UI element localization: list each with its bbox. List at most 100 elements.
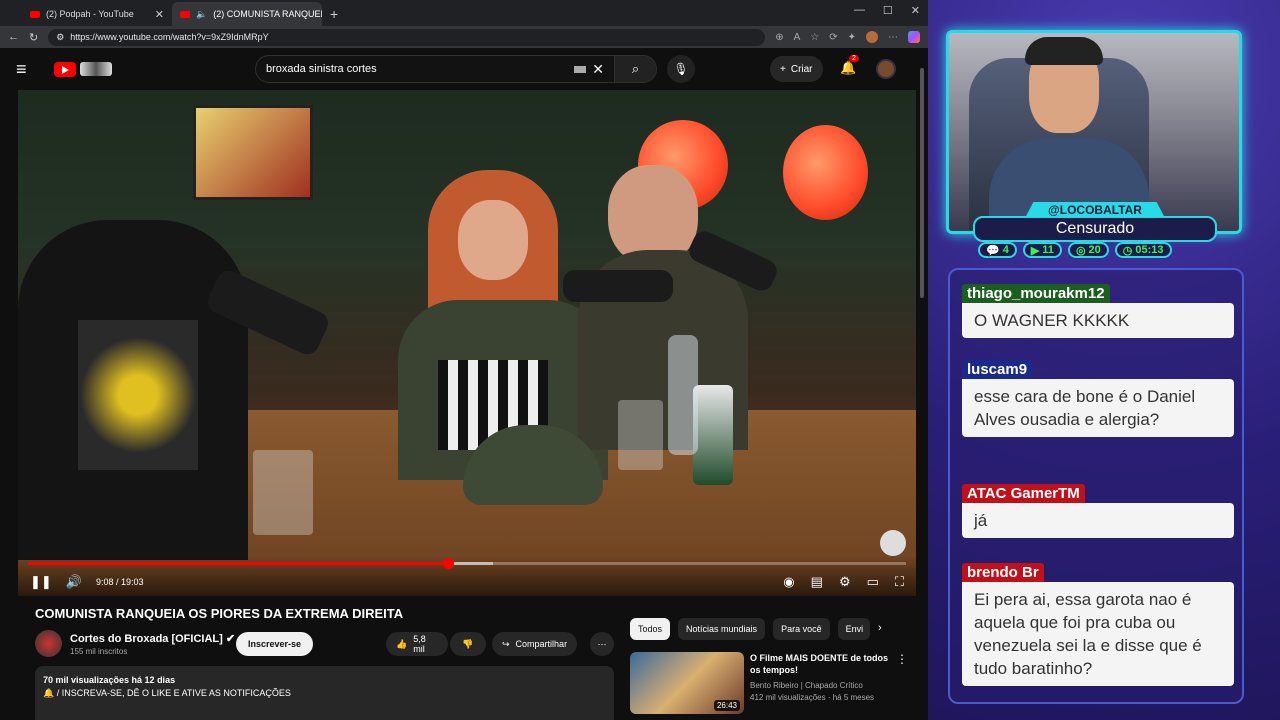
like-button[interactable]: 👍 5,8 mil (386, 632, 448, 656)
close-window-icon[interactable]: ✕ (911, 4, 920, 17)
progress-bar[interactable] (28, 558, 906, 569)
person-middle-face (458, 200, 528, 280)
reload-icon[interactable]: ↻ (29, 31, 38, 44)
chat-message: thiago_mourakm12 O WAGNER KKKKK (962, 284, 1234, 338)
controls-row: ❚❚ 🔊 9:08 / 19:03 ◉ ▤ ⚙ ▭ ⛶ (30, 574, 904, 590)
favorite-star-icon[interactable]: ☆ (810, 32, 819, 43)
youtube-count: ▶ 11 (1022, 242, 1062, 258)
extension-icon[interactable]: ✦ (848, 32, 856, 43)
tab-strip: (2) Podpah - YouTube ✕ 🔈 (2) COMUNISTA R… (0, 0, 928, 26)
chip-para-voce[interactable]: Para você (773, 618, 830, 640)
url-field[interactable]: ⚙ https://www.youtube.com/watch?v=9xZ9Id… (48, 28, 766, 46)
back-icon[interactable]: ← (8, 31, 19, 43)
page-scrollbar[interactable] (918, 50, 926, 710)
chip-noticias[interactable]: Notícias mundiais (678, 618, 766, 640)
viewer-count: ◎ 20 (1067, 242, 1109, 258)
recommendation-thumbnail[interactable]: 26:43 (630, 652, 744, 714)
channel-avatar[interactable] (35, 630, 62, 657)
search-query: broxada sinistra cortes (266, 63, 377, 75)
controls-right: ◉ ▤ ⚙ ▭ ⛶ (783, 574, 904, 590)
chat-text: já (962, 503, 1234, 538)
site-info-icon[interactable]: ⚙ (56, 32, 64, 43)
chip-todos[interactable]: Todos (630, 618, 671, 640)
zoom-icon[interactable]: ⊕ (775, 32, 783, 43)
recommendation-channel[interactable]: Bento Ribeiro | Chapado Crítico (750, 680, 890, 692)
more-actions-button[interactable]: ⋯ (590, 632, 614, 656)
streamer-handle: @LOCOBALTAR (1025, 202, 1165, 218)
thumbs-down-icon: 👎 (462, 638, 474, 649)
notifications-bell-icon[interactable]: 🔔 2 (840, 55, 859, 76)
subtitles-icon[interactable]: ▤ (811, 574, 823, 590)
search-input[interactable]: broxada sinistra cortes ✕ ⌕ (255, 55, 657, 83)
time-display: 9:08 / 19:03 (95, 577, 144, 587)
person-left-shirt (78, 320, 198, 470)
browser-window: (2) Podpah - YouTube ✕ 🔈 (2) COMUNISTA R… (0, 0, 928, 720)
voice-search-icon[interactable]: 🎙 (667, 55, 695, 83)
chevron-right-icon[interactable]: › (878, 622, 882, 634)
extensions: ⊕ A ☆ ⟳ ✦ ⋯ (775, 31, 920, 43)
copilot-icon[interactable] (908, 31, 920, 43)
hamburger-menu-icon[interactable]: ≡ (16, 59, 36, 80)
tab-podpah[interactable]: (2) Podpah - YouTube ✕ (22, 2, 172, 26)
maximize-icon[interactable]: ☐ (883, 4, 893, 17)
new-tab-button[interactable]: + (322, 6, 346, 26)
speaker-icon[interactable]: 🔈 (196, 9, 207, 20)
channel-info[interactable]: Cortes do Broxada [OFICIAL] ✔ 155 mil in… (35, 630, 235, 657)
description-text: 🔔 / INSCREVA-SE, DÊ O LIKE E ATIVE AS NO… (43, 688, 291, 698)
refresh-extension-icon[interactable]: ⟳ (829, 32, 837, 43)
chat-username: ATAC GamerTM (962, 484, 1085, 503)
logo-doodle (80, 62, 112, 76)
scrollbar-thumb[interactable] (920, 68, 924, 298)
chat-icon: 💬 (986, 244, 1000, 257)
chip-envi[interactable]: Envi (837, 618, 870, 640)
share-button[interactable]: ↪ Compartilhar (492, 632, 578, 656)
theater-mode-icon[interactable]: ▭ (867, 574, 879, 590)
pause-icon[interactable]: ❚❚ (30, 574, 52, 590)
tab-label: (2) COMUNISTA RANQUEIA (213, 9, 322, 19)
volume-icon[interactable]: 🔊 (66, 574, 82, 590)
more-icon[interactable]: ⋯ (888, 32, 898, 43)
view-count-date: 70 mil visualizações há 12 dias (43, 675, 176, 685)
filter-chips: Todos Notícias mundiais Para você Envi (630, 618, 870, 640)
chat-count: 💬 4 (978, 242, 1017, 258)
recommended-video[interactable]: 26:43 O Filme MAIS DOENTE de todos os te… (630, 652, 908, 714)
search-icon[interactable]: ⌕ (614, 56, 656, 82)
eye-icon: ◎ (1075, 244, 1086, 257)
close-tab-icon[interactable]: ✕ (155, 8, 164, 21)
account-avatar[interactable] (876, 59, 896, 79)
channel-name[interactable]: Cortes do Broxada [OFICIAL] ✔ (70, 632, 235, 645)
kebab-menu-icon[interactable]: ⋮ (896, 652, 908, 714)
chat-username: brendo Br (962, 563, 1044, 582)
glass (253, 450, 313, 535)
chat-username: luscam9 (962, 360, 1033, 379)
youtube-logo[interactable] (54, 61, 112, 77)
tab-comunista[interactable]: 🔈 (2) COMUNISTA RANQUEIA ✕ (172, 2, 322, 26)
microphone-middle (563, 270, 673, 302)
recommendation-meta: 412 mil visualizações · há 5 meses (750, 693, 875, 702)
read-aloud-icon[interactable]: A (794, 32, 801, 43)
clear-search-icon[interactable]: ✕ (592, 61, 604, 78)
autoplay-toggle-icon[interactable]: ◉ (783, 574, 794, 590)
chat-message: luscam9 esse cara de bone é o Daniel Alv… (962, 360, 1234, 437)
url-text: https://www.youtube.com/watch?v=9xZ9IdnM… (70, 32, 269, 42)
uptime: ◷ 05:13 (1114, 242, 1172, 258)
settings-gear-icon[interactable]: ⚙ (839, 574, 851, 590)
glass (618, 400, 663, 470)
share-label: Compartilhar (515, 639, 568, 649)
minimize-icon[interactable]: — (854, 4, 865, 17)
video-player[interactable]: ❚❚ 🔊 9:08 / 19:03 ◉ ▤ ⚙ ▭ ⛶ (18, 90, 916, 596)
lantern-right (783, 125, 868, 220)
create-button[interactable]: + Criar (770, 56, 823, 82)
dislike-button[interactable]: 👎 (450, 632, 486, 656)
description-box[interactable]: 70 mil visualizações há 12 dias 🔔 / INSC… (35, 666, 614, 720)
keyboard-icon[interactable] (574, 65, 587, 73)
played-bar (28, 562, 448, 565)
recommendation-title[interactable]: O Filme MAIS DOENTE de todos os tempos! (750, 652, 890, 676)
channel-watermark[interactable] (880, 530, 906, 556)
fullscreen-icon[interactable]: ⛶ (895, 574, 904, 590)
profile-avatar[interactable] (866, 31, 878, 43)
subscribe-button[interactable]: Inscrever-se (236, 632, 314, 656)
wall-poster (193, 105, 313, 200)
stream-status: Censurado (973, 216, 1217, 242)
scrubber-handle[interactable] (442, 558, 454, 569)
